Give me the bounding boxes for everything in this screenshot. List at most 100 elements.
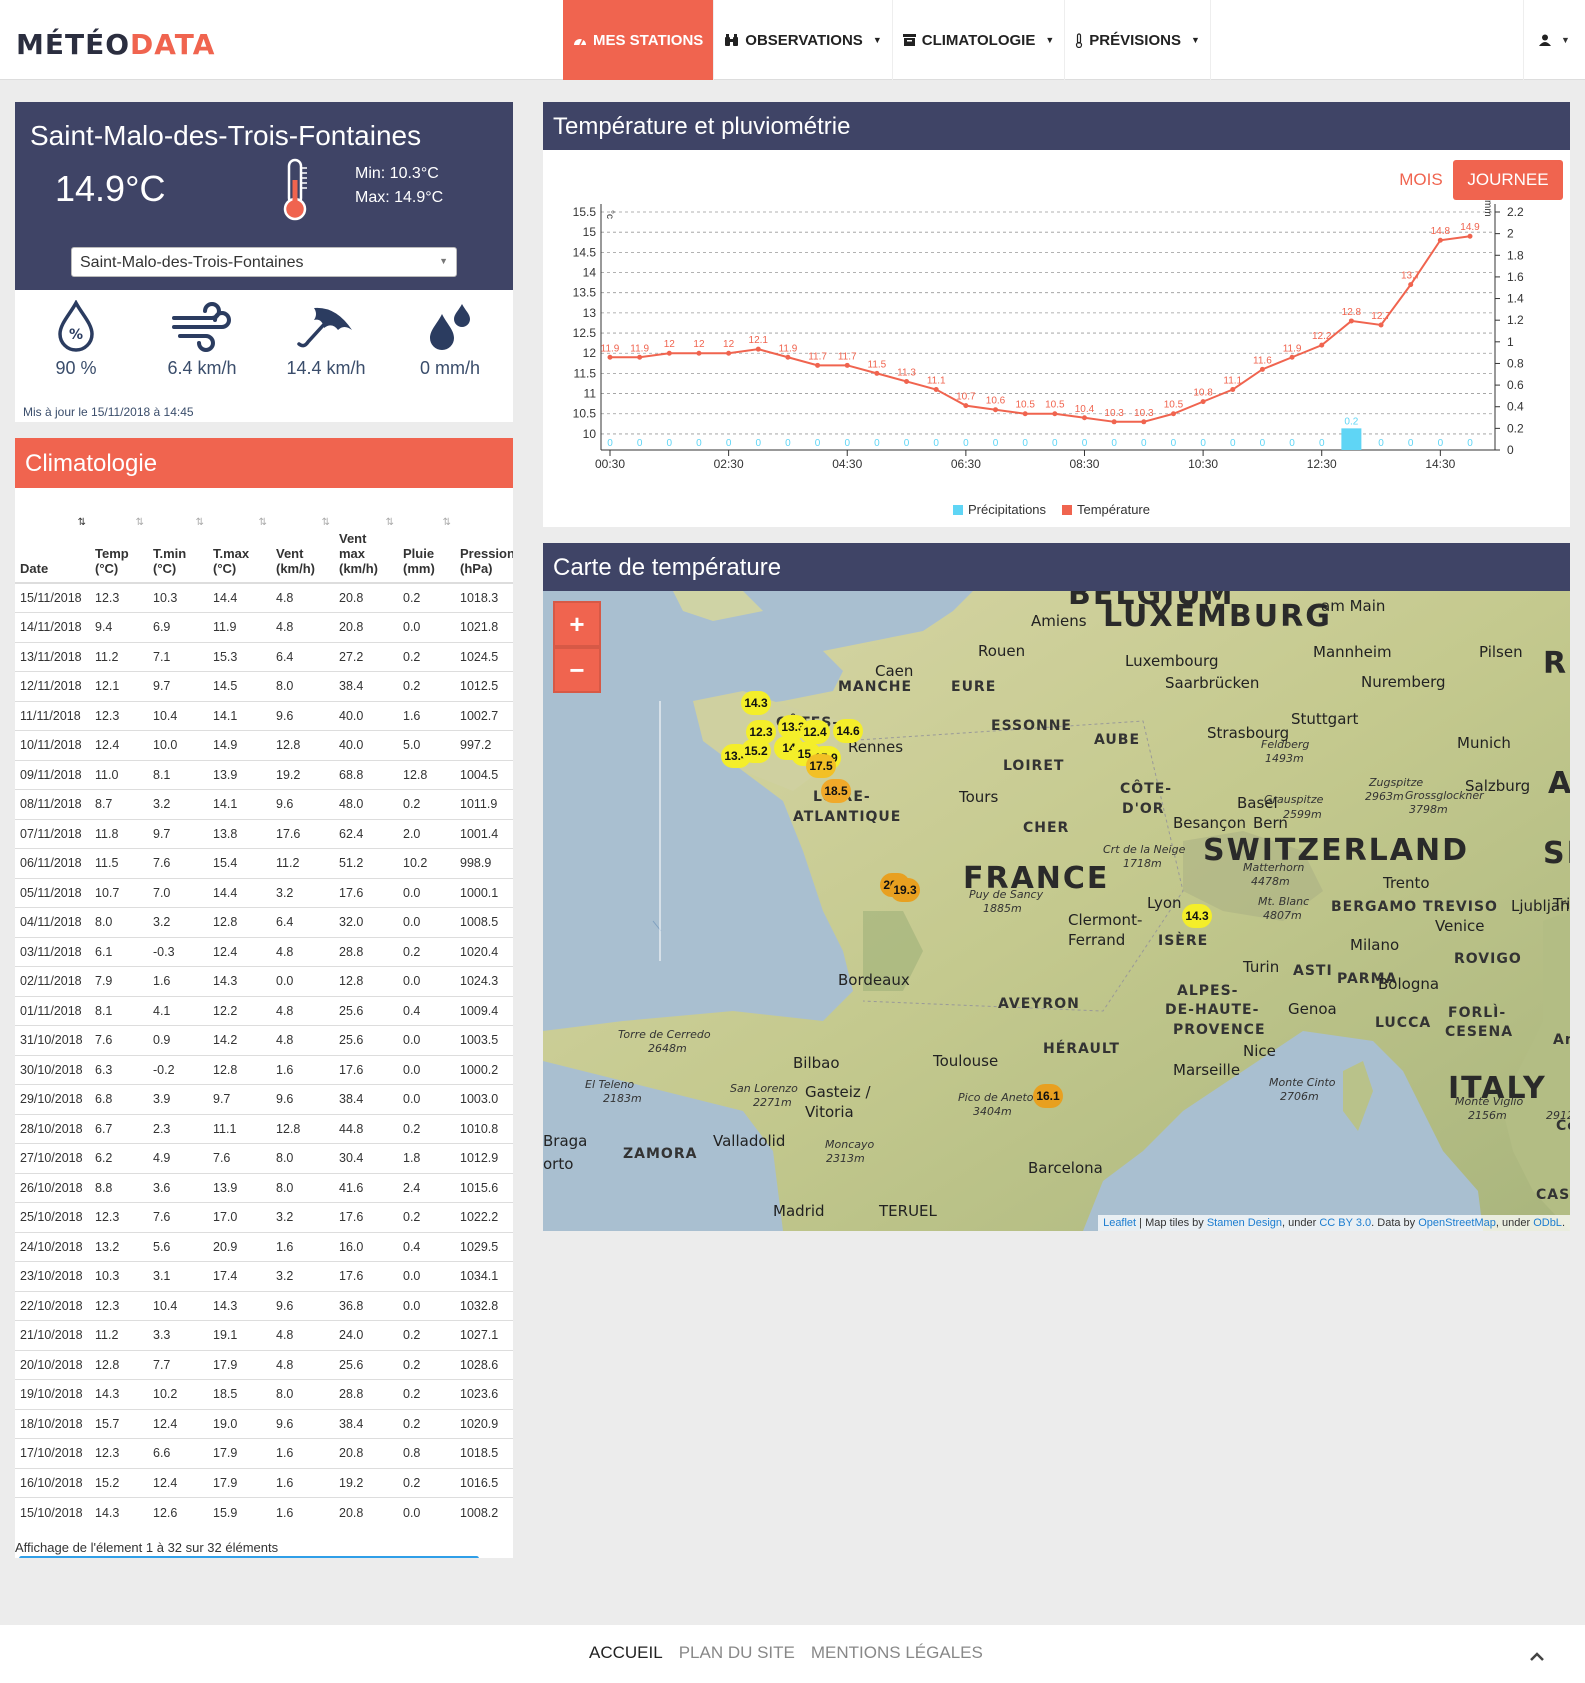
table-cell: 9.6 xyxy=(271,1408,334,1439)
table-cell: 7.6 xyxy=(148,1202,208,1232)
table-cell: 2.4 xyxy=(398,1172,455,1203)
footer-link-mentions[interactable]: MENTIONS LÉGALES xyxy=(811,1643,983,1663)
rain-value: 0 mm/h xyxy=(419,358,480,378)
table-cell: 4.8 xyxy=(271,936,334,967)
column-header[interactable]: Date ⇅ xyxy=(15,513,90,584)
precipitation-data-label: 0 xyxy=(993,438,999,449)
table-cell: -0.2 xyxy=(148,1054,208,1085)
nav-climatologie[interactable]: CLIMATOLOGIE ▼ xyxy=(893,0,1066,80)
column-header[interactable]: Pluie (mm) ⇅ xyxy=(398,513,455,584)
day-button[interactable]: JOURNEE xyxy=(1453,160,1563,200)
table-cell: 17.9 xyxy=(208,1349,271,1380)
map-region-label: TREVISO xyxy=(1423,899,1498,915)
map-region-label: ASTI xyxy=(1293,963,1333,979)
table-cell: 30.4 xyxy=(334,1143,398,1173)
temperature-point xyxy=(1170,411,1176,417)
temperature-marker[interactable]: 17.5 xyxy=(806,754,836,778)
table-cell: 0.0 xyxy=(398,612,455,642)
zoom-in-button[interactable]: + xyxy=(553,601,601,647)
table-cell: 12.8 xyxy=(271,1113,334,1144)
table-cell: 0.2 xyxy=(398,1320,455,1350)
table-cell: 17.0 xyxy=(208,1202,271,1232)
user-menu[interactable]: ▼ xyxy=(1523,0,1585,80)
temperature-marker[interactable]: 16.1 xyxy=(1033,1084,1063,1108)
column-header[interactable]: Vent max (km/h) ⇅ xyxy=(334,513,398,584)
column-header[interactable]: T.min (°C) ⇅ xyxy=(148,513,208,584)
column-header[interactable]: T.max (°C) ⇅ xyxy=(208,513,271,584)
table-cell: 12.6 xyxy=(148,1497,208,1527)
temperature-data-label: 11.9 xyxy=(601,343,620,354)
table-cell: 12.8 xyxy=(208,907,271,937)
table-cell: 12.8 xyxy=(271,730,334,760)
nav-observations[interactable]: OBSERVATIONS ▼ xyxy=(714,0,893,80)
table-cell: 17.9 xyxy=(208,1467,271,1498)
temperature-marker[interactable]: 19.3 xyxy=(890,878,920,902)
column-header[interactable]: Temp (°C) ⇅ xyxy=(90,513,148,584)
table-cell: 1020.4 xyxy=(455,936,513,967)
y-right-tick-label: 1.6 xyxy=(1507,270,1524,284)
map-city-label: Bilbao xyxy=(793,1054,840,1072)
temperature-map[interactable]: + − BELGIUM LUXEMBURG FRANCE SWITZERLAND ITA… xyxy=(543,591,1570,1231)
column-header-label: Vent max (km/h) xyxy=(339,531,378,576)
temperature-data-label: 13.7 xyxy=(1401,271,1421,282)
precipitation-data-label: 0 xyxy=(755,438,761,449)
month-button[interactable]: MOIS xyxy=(1386,160,1456,200)
table-cell: 28.8 xyxy=(334,1379,398,1409)
map-city-label: Turin xyxy=(1243,958,1280,976)
station-select[interactable]: Saint-Malo-des-Trois-Fontaines ▼ xyxy=(71,247,457,277)
map-region-label: ZAMORA xyxy=(623,1146,698,1162)
odbl-link[interactable]: ODbL xyxy=(1533,1217,1562,1229)
temperature-marker[interactable]: 15.2 xyxy=(741,739,771,763)
table-cell: 13.2 xyxy=(90,1231,148,1262)
temperature-marker[interactable]: 14.3 xyxy=(1182,904,1212,928)
table-row: 14/11/2018 9.4 6.9 11.9 4.8 20.8 0.0 1021.8 xyxy=(15,612,513,642)
leaflet-link[interactable]: Leaflet xyxy=(1103,1217,1136,1229)
temperature-marker[interactable]: 14.3 xyxy=(741,691,771,715)
table-cell: 48.0 xyxy=(334,789,398,819)
temperature-marker[interactable]: 12.4 xyxy=(800,720,830,744)
nav-previsions[interactable]: PRÉVISIONS ▼ xyxy=(1065,0,1211,80)
umbrella-icon xyxy=(297,307,352,348)
map-region-label: FORLÌ- xyxy=(1448,1005,1507,1021)
table-row: 12/11/2018 12.1 9.7 14.5 8.0 38.4 0.2 1012.5 xyxy=(15,671,513,701)
footer-link-plan[interactable]: PLAN DU SITE xyxy=(679,1643,795,1663)
brand-logo[interactable]: MÉTÉODATA xyxy=(16,28,215,61)
footer-link-accueil[interactable]: ACCUEIL xyxy=(589,1643,663,1663)
map-city-label: Gasteiz / xyxy=(805,1083,871,1101)
nav-mes-stations[interactable]: MES STATIONS xyxy=(563,0,715,80)
osm-link[interactable]: OpenStreetMap xyxy=(1418,1217,1496,1229)
table-row: 22/10/2018 12.3 10.4 14.3 9.6 36.8 0.0 1032.8 xyxy=(15,1290,513,1321)
table-cell: 14.3 xyxy=(208,966,271,996)
stamen-link[interactable]: Stamen Design xyxy=(1207,1217,1282,1229)
table-cell: 1018.5 xyxy=(455,1438,513,1468)
table-cell: 1018.3 xyxy=(455,582,513,613)
table-cell: 62.4 xyxy=(334,818,398,849)
chevron-up-icon[interactable] xyxy=(1529,1645,1545,1666)
map-peak-label: Matterhorn xyxy=(1243,861,1305,874)
temperature-point xyxy=(874,370,880,376)
precipitation-data-label: 0 xyxy=(1111,438,1117,449)
map-country-label: A xyxy=(1548,766,1570,801)
table-cell: 7.9 xyxy=(90,966,148,996)
table-cell: 9.7 xyxy=(148,818,208,849)
map-city-label: Venice xyxy=(1435,917,1485,935)
table-cell: 6.2 xyxy=(90,1143,148,1173)
temperature-point xyxy=(607,354,613,360)
map-region-label: CHER xyxy=(1023,820,1070,836)
zoom-out-button[interactable]: − xyxy=(553,647,601,693)
column-header[interactable]: Vent (km/h) ⇅ xyxy=(271,513,334,584)
table-cell: 19.2 xyxy=(271,759,334,790)
temperature-marker[interactable]: 18.5 xyxy=(821,779,851,803)
table-cell: 1022.2 xyxy=(455,1202,513,1232)
table-cell: 20.9 xyxy=(208,1231,271,1262)
column-header[interactable]: Pression (hPa)⇅ xyxy=(455,513,513,584)
temperature-data-label: 10.7 xyxy=(956,392,976,403)
y-right-tick-label: 0.8 xyxy=(1507,356,1524,370)
ccby-link[interactable]: CC BY 3.0 xyxy=(1319,1217,1371,1229)
map-city-label: orto xyxy=(543,1155,574,1173)
horizontal-scrollbar[interactable] xyxy=(19,1556,479,1558)
table-cell: 4.8 xyxy=(271,612,334,642)
temperature-data-label: 10.5 xyxy=(1164,400,1184,411)
sort-icon: ⇅ xyxy=(77,517,86,528)
temperature-marker[interactable]: 14.6 xyxy=(833,719,863,743)
